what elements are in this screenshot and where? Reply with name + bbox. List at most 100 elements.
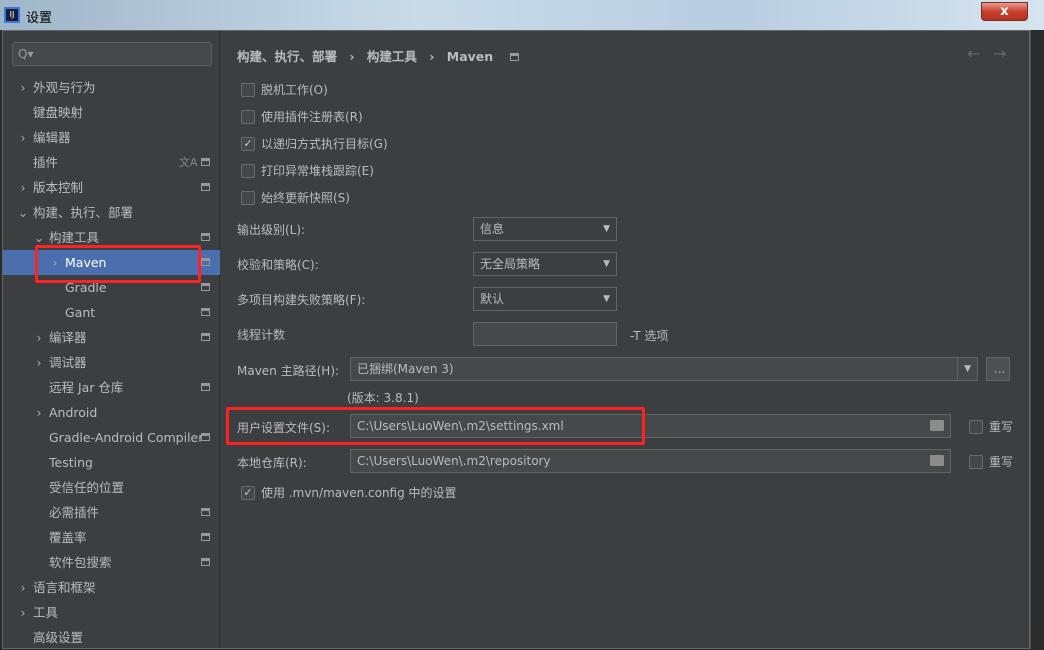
project-level-icon <box>201 308 210 316</box>
chevron-right-icon[interactable]: › <box>17 75 29 100</box>
dropdown-arrow-icon: ▼ <box>603 259 610 269</box>
sidebar-item-label: 版本控制 <box>33 180 84 195</box>
chevron-right-icon[interactable]: › <box>33 400 45 425</box>
chevron-right-icon[interactable]: › <box>17 575 29 600</box>
sidebar-item[interactable]: › 工具 <box>3 600 220 625</box>
sidebar-item[interactable]: 高级设置 <box>3 625 220 650</box>
sidebar-item[interactable]: Gant <box>3 300 220 325</box>
checkbox-label: 打印异常堆栈跟踪(E) <box>261 164 374 178</box>
chevron-right-icon[interactable]: › <box>17 125 29 150</box>
sidebar-item-label: 远程 Jar 仓库 <box>49 380 124 395</box>
sidebar-item-label: 覆盖率 <box>49 530 87 545</box>
checkbox-box[interactable]: ✓ <box>241 486 255 500</box>
settings-dialog: Q▾ › 外观与行为 键盘映射 › 编辑器 插件 文A › 版本控制 ⌄ 构建、执行、部署 ⌄ 构建工具… <box>2 30 1030 649</box>
sidebar-item[interactable]: ⌄ 构建、执行、部署 <box>3 200 220 225</box>
project-level-icon <box>201 383 210 391</box>
checkbox-label: 以递归方式执行目标(G) <box>261 137 388 151</box>
checkbox-box[interactable] <box>241 191 255 205</box>
maven-home-select[interactable]: 已捆绑(Maven 3) ▼ <box>350 357 978 381</box>
sidebar-item-label: Testing <box>49 455 93 470</box>
checkbox-box[interactable] <box>969 455 983 469</box>
sidebar-item[interactable]: 必需插件 <box>3 500 220 525</box>
local-repo-input[interactable]: C:\Users\LuoWen\.m2\repository <box>350 449 951 473</box>
multiproject-fail-policy-select[interactable]: 默认 ▼ <box>473 287 617 311</box>
forward-arrow-icon[interactable]: → <box>993 44 1006 63</box>
settings-sidebar: Q▾ › 外观与行为 键盘映射 › 编辑器 插件 文A › 版本控制 ⌄ 构建、执行、部署 ⌄ 构建工具… <box>3 31 220 648</box>
chevron-right-icon[interactable]: › <box>33 350 45 375</box>
dropdown-arrow-icon: ▼ <box>603 294 610 304</box>
breadcrumb-item[interactable]: 构建、执行、部署 <box>237 49 337 64</box>
sidebar-item[interactable]: 软件包搜索 <box>3 550 220 575</box>
sidebar-item[interactable]: › 调试器 <box>3 350 220 375</box>
maven-home-value: 已捆绑(Maven 3) <box>357 362 454 376</box>
maven-home-browse-button[interactable]: ... <box>986 357 1010 381</box>
chevron-down-icon[interactable]: ⌄ <box>17 200 29 225</box>
project-level-icon <box>201 508 210 516</box>
back-arrow-icon[interactable]: ← <box>967 44 980 63</box>
checkbox-box[interactable] <box>241 110 255 124</box>
sidebar-item[interactable]: 覆盖率 <box>3 525 220 550</box>
sidebar-item[interactable]: › 编译器 <box>3 325 220 350</box>
override-label: 重写 <box>989 420 1014 434</box>
folder-icon[interactable] <box>930 455 944 466</box>
output-level-select[interactable]: 信息 ▼ <box>473 217 617 241</box>
local-repo-label: 本地仓库(R): <box>237 456 307 470</box>
chevron-right-icon[interactable]: › <box>17 600 29 625</box>
sidebar-item[interactable]: 远程 Jar 仓库 <box>3 375 220 400</box>
intellij-app-icon: IJ <box>4 7 20 23</box>
override-label: 重写 <box>989 455 1014 469</box>
sidebar-item[interactable]: › 外观与行为 <box>3 75 220 100</box>
project-level-icon <box>509 53 519 61</box>
breadcrumb-item[interactable]: 构建工具 <box>367 49 417 64</box>
checkbox-label: 脱机工作(O) <box>261 83 328 97</box>
checkbox-box[interactable]: ✓ <box>241 137 255 151</box>
sidebar-item-label: 工具 <box>33 605 59 620</box>
highlight-box <box>35 245 201 283</box>
sidebar-item-label: 键盘映射 <box>33 105 84 120</box>
multiproject-fail-policy-value: 默认 <box>480 292 505 306</box>
checkbox-box[interactable] <box>241 83 255 97</box>
sidebar-item[interactable]: Testing <box>3 450 220 475</box>
sidebar-item-label: 编辑器 <box>33 130 71 145</box>
sidebar-item[interactable]: 插件 文A <box>3 150 220 175</box>
checkbox-label: 使用插件注册表(R) <box>261 110 363 124</box>
breadcrumb-current: Maven <box>446 49 494 64</box>
sidebar-item-label: Gant <box>65 305 96 320</box>
title-bar: IJ 设置 x <box>0 0 1044 30</box>
breadcrumb-separator: › <box>429 49 435 64</box>
sidebar-item[interactable]: 键盘映射 <box>3 100 220 125</box>
sidebar-item-label: 软件包搜索 <box>49 555 112 570</box>
checkbox-box[interactable] <box>969 420 983 434</box>
chevron-right-icon[interactable]: › <box>33 325 45 350</box>
sidebar-item-label: 外观与行为 <box>33 80 96 95</box>
project-level-icon <box>201 158 210 166</box>
checksum-policy-select[interactable]: 无全局策略 ▼ <box>473 252 617 276</box>
close-button[interactable]: x <box>981 2 1028 21</box>
sidebar-item-label: Android <box>49 405 98 420</box>
sidebar-item[interactable]: Gradle-Android Compiler <box>3 425 220 450</box>
checksum-policy-value: 无全局策略 <box>480 257 541 271</box>
dropdown-arrow-icon: ▼ <box>603 224 610 234</box>
sidebar-item[interactable]: › 版本控制 <box>3 175 220 200</box>
thread-count-suffix: -T 选项 <box>630 329 669 343</box>
sidebar-item[interactable]: 受信任的位置 <box>3 475 220 500</box>
sidebar-item-label: 必需插件 <box>49 505 100 520</box>
sidebar-item[interactable]: › Android <box>3 400 220 425</box>
sidebar-item-label: 插件 <box>33 155 59 170</box>
chevron-right-icon[interactable]: › <box>17 175 29 200</box>
thread-count-input[interactable] <box>473 322 617 346</box>
project-level-icon <box>201 533 210 541</box>
background-window-edge <box>1030 30 1044 649</box>
checkbox-box[interactable] <box>241 164 255 178</box>
search-input[interactable]: Q▾ <box>12 42 212 66</box>
use-mvn-config-label: 使用 .mvn/maven.config 中的设置 <box>261 486 457 500</box>
output-level-value: 信息 <box>480 222 505 236</box>
project-level-icon <box>201 558 210 566</box>
folder-icon[interactable] <box>930 420 944 431</box>
sidebar-item[interactable]: › 语言和框架 <box>3 575 220 600</box>
sidebar-item[interactable]: › 编辑器 <box>3 125 220 150</box>
sidebar-item-label: Gradle-Android Compiler <box>49 430 204 445</box>
project-level-icon <box>201 283 210 291</box>
checksum-policy-label: 校验和策略(C): <box>237 258 319 272</box>
project-level-icon <box>201 183 210 191</box>
